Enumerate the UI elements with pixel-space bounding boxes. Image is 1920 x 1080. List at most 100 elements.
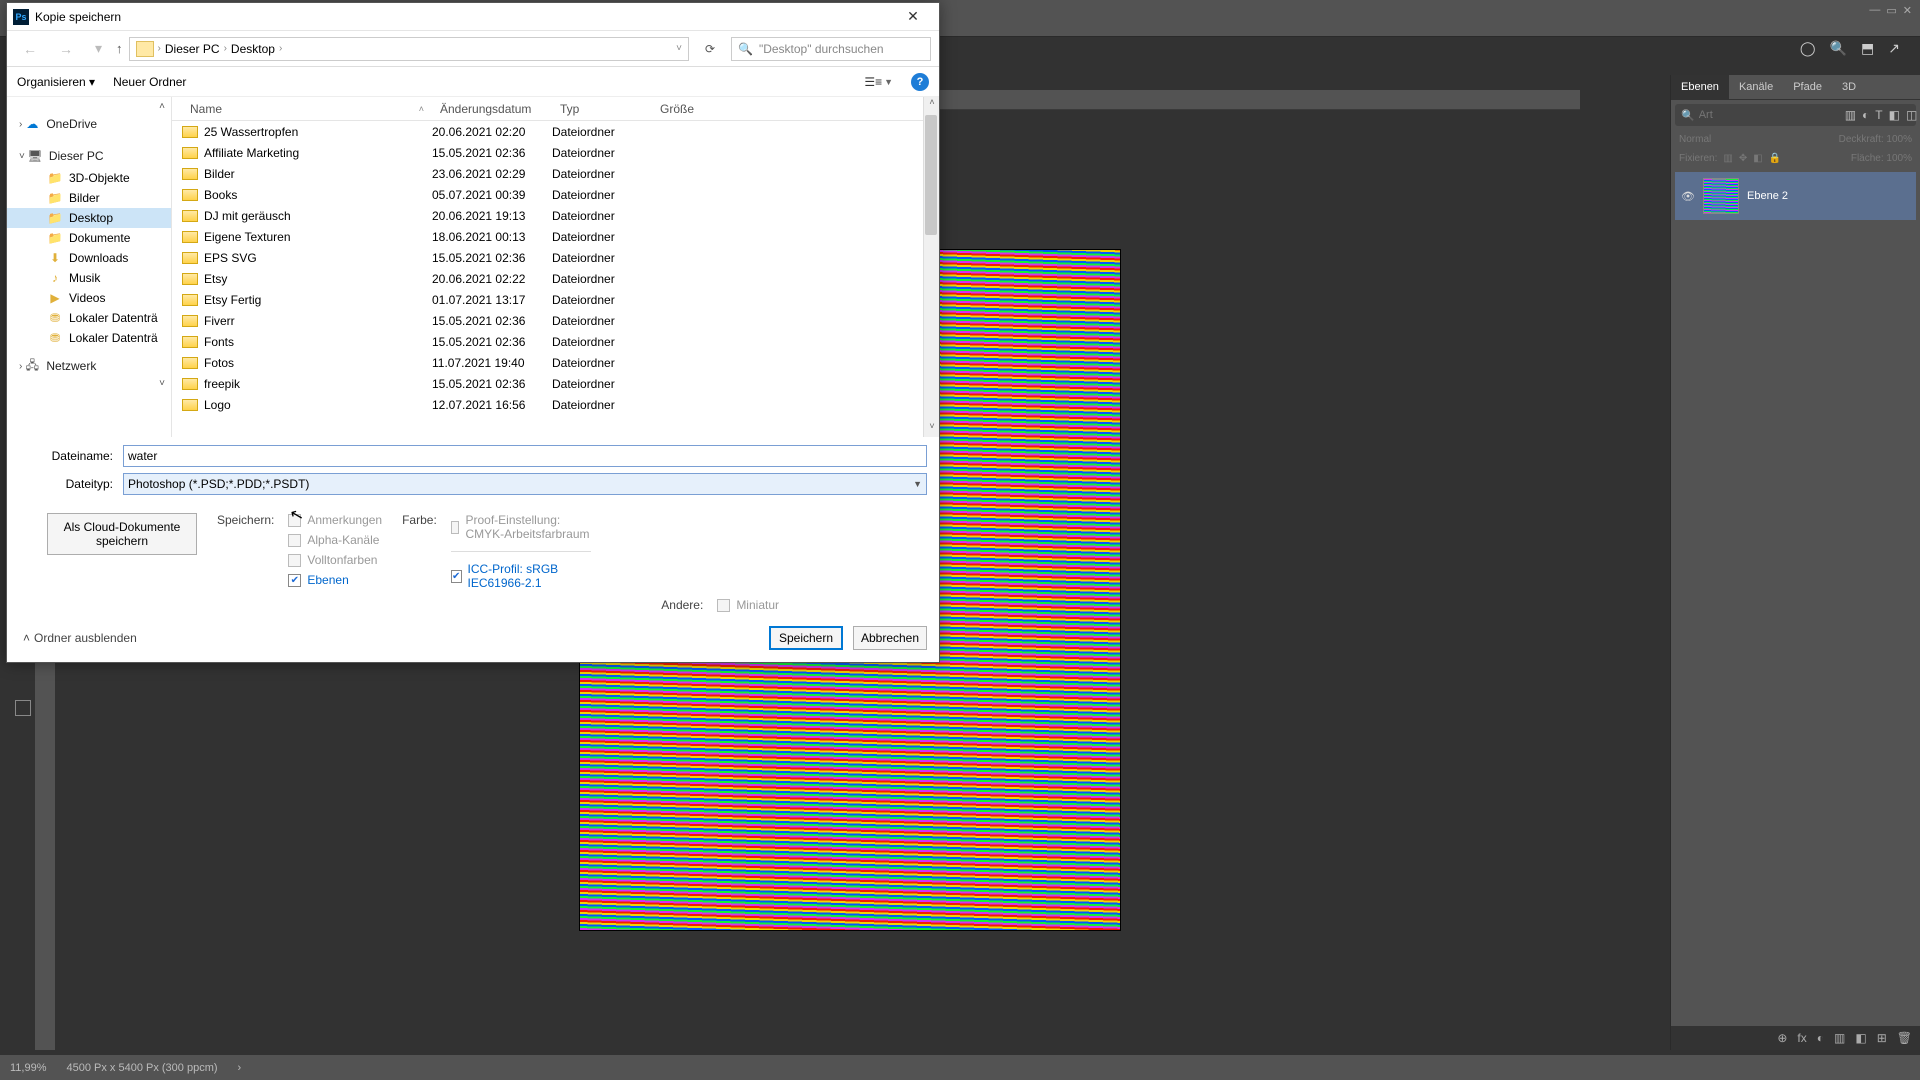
search-icon[interactable]: 🔍 — [1830, 40, 1847, 60]
column-header-size[interactable]: Größe — [652, 102, 732, 116]
tab-3d[interactable]: 3D — [1832, 75, 1866, 99]
file-list-row[interactable]: Fotos11.07.2021 19:40Dateiordner — [172, 352, 939, 373]
file-list-row[interactable]: Etsy20.06.2021 02:22Dateiordner — [172, 268, 939, 289]
sidebar-item[interactable]: ⬇Downloads — [7, 248, 171, 268]
nav-recent-button[interactable]: ▾ — [87, 40, 110, 57]
search-input[interactable]: 🔍 "Desktop" durchsuchen — [731, 37, 931, 61]
hide-folders-toggle[interactable]: ˄ Ordner ausblenden — [23, 631, 137, 645]
nav-forward-button[interactable]: → — [51, 41, 81, 57]
vertical-scrollbar[interactable]: ˄ ˅ — [923, 97, 939, 437]
folder-tree-sidebar[interactable]: ˄ › ☁ OneDrive ˅ 🖥 Dieser PC 📁3D-Objekte… — [7, 97, 172, 437]
sidebar-item[interactable]: ♪Musik — [7, 268, 171, 288]
layer-name-label[interactable]: Ebene 2 — [1747, 190, 1788, 202]
file-list-header[interactable]: Name ˄ Änderungsdatum Typ Größe — [172, 97, 939, 121]
adjustment-icon[interactable]: ▥ — [1834, 1031, 1845, 1045]
file-list-row[interactable]: 25 Wassertropfen20.06.2021 02:20Dateiord… — [172, 121, 939, 142]
trash-icon[interactable]: 🗑 — [1897, 1031, 1912, 1045]
nav-up-button[interactable]: ↑ — [116, 41, 123, 56]
home-icon[interactable]: ◯ — [1800, 40, 1816, 60]
column-header-date[interactable]: Änderungsdatum — [432, 102, 552, 116]
sidebar-item[interactable]: 📁Bilder — [7, 188, 171, 208]
file-list-row[interactable]: Etsy Fertig01.07.2021 13:17Dateiordner — [172, 289, 939, 310]
file-list-row[interactable]: freepik15.05.2021 02:36Dateiordner — [172, 373, 939, 394]
layer-thumbnail[interactable] — [1703, 178, 1739, 214]
filter-shape-icon[interactable]: ◧ — [1889, 108, 1900, 122]
save-button[interactable]: Speichern — [769, 626, 843, 650]
column-header-name[interactable]: Name — [190, 102, 222, 116]
layer-filter-input[interactable] — [1699, 109, 1841, 121]
scroll-up-icon[interactable]: ˄ — [924, 97, 940, 113]
sidebar-item[interactable]: ⛃Lokaler Datenträ — [7, 308, 171, 328]
app-close-button[interactable]: ✕ — [1903, 4, 1912, 13]
file-list-row[interactable]: Eigene Texturen18.06.2021 00:13Dateiordn… — [172, 226, 939, 247]
breadcrumb[interactable]: › Dieser PC › Desktop › ˅ — [129, 37, 689, 61]
app-maximize-button[interactable]: ▭ — [1886, 4, 1896, 13]
sidebar-item-onedrive[interactable]: › ☁ OneDrive — [7, 112, 171, 136]
file-list-row[interactable]: DJ mit geräusch20.06.2021 19:13Dateiordn… — [172, 205, 939, 226]
blend-mode-select[interactable]: Normal — [1679, 134, 1711, 145]
status-caret-icon[interactable]: › — [238, 1062, 242, 1074]
file-list-row[interactable]: Bilder23.06.2021 02:29Dateiordner — [172, 163, 939, 184]
lock-pixels-icon[interactable]: ▥ — [1723, 153, 1732, 164]
nav-back-button[interactable]: ← — [15, 41, 45, 57]
sidebar-item[interactable]: ⛃Lokaler Datenträ — [7, 328, 171, 348]
file-list-row[interactable]: EPS SVG15.05.2021 02:36Dateiordner — [172, 247, 939, 268]
workspace-icon[interactable]: ⬒ — [1861, 40, 1874, 60]
file-list-row[interactable]: Affiliate Marketing15.05.2021 02:36Datei… — [172, 142, 939, 163]
scroll-down-icon[interactable]: ˅ — [7, 378, 171, 389]
refresh-button[interactable]: ⟳ — [695, 42, 725, 56]
filter-pixel-icon[interactable]: ▥ — [1845, 108, 1856, 122]
share-icon[interactable]: ↗ — [1888, 40, 1900, 60]
mask-icon[interactable]: ◐ — [1817, 1031, 1824, 1045]
file-list[interactable]: Name ˄ Änderungsdatum Typ Größe 25 Wasser… — [172, 97, 939, 437]
save-cloud-button[interactable]: Als Cloud-Dokumente speichern — [47, 513, 197, 555]
fx-icon[interactable]: fx — [1797, 1031, 1806, 1045]
file-list-row[interactable]: Fiverr15.05.2021 02:36Dateiordner — [172, 310, 939, 331]
thumbnail-checkbox[interactable]: Miniatur — [717, 598, 779, 612]
new-folder-button[interactable]: Neuer Ordner — [113, 75, 186, 89]
cancel-button[interactable]: Abbrechen — [853, 626, 927, 650]
group-icon[interactable]: ◧ — [1855, 1031, 1866, 1045]
breadcrumb-dropdown-icon[interactable]: ˅ — [676, 43, 682, 54]
lock-artboard-icon[interactable]: ◧ — [1753, 153, 1762, 164]
filter-smart-icon[interactable]: ◫ — [1906, 108, 1917, 122]
filter-type-icon[interactable]: T — [1875, 108, 1882, 122]
fill-value[interactable]: 100% — [1886, 153, 1912, 164]
column-header-type[interactable]: Typ — [552, 102, 652, 116]
filetype-select[interactable]: Photoshop (*.PSD;*.PDD;*.PSDT) ▼ — [123, 473, 927, 495]
breadcrumb-item[interactable]: Desktop — [231, 42, 275, 56]
sidebar-item[interactable]: 📁Desktop — [7, 208, 171, 228]
file-list-row[interactable]: Books05.07.2021 00:39Dateiordner — [172, 184, 939, 205]
link-layers-icon[interactable]: ⊕ — [1777, 1031, 1787, 1045]
sidebar-item-this-pc[interactable]: ˅ 🖥 Dieser PC — [7, 144, 171, 168]
tool-icon[interactable] — [15, 700, 31, 716]
file-list-row[interactable]: Logo12.07.2021 16:56Dateiordner — [172, 394, 939, 415]
sidebar-item[interactable]: 📁Dokumente — [7, 228, 171, 248]
sidebar-item[interactable]: 📁3D-Objekte — [7, 168, 171, 188]
sidebar-item[interactable]: ▶Videos — [7, 288, 171, 308]
lock-position-icon[interactable]: ✥ — [1739, 153, 1747, 164]
zoom-level[interactable]: 11,99% — [10, 1062, 47, 1074]
organize-menu[interactable]: Organisieren ▾ — [17, 75, 95, 89]
tab-paths[interactable]: Pfade — [1783, 75, 1832, 99]
lock-all-icon[interactable]: 🔒 — [1769, 153, 1781, 164]
layer-row[interactable]: 👁 Ebene 2 — [1675, 172, 1916, 220]
scroll-down-icon[interactable]: ˅ — [924, 421, 940, 437]
view-mode-button[interactable]: ☰≡▼ — [864, 75, 893, 89]
color-option-checkbox[interactable]: ICC-Profil: sRGB IEC61966-2.1 — [451, 562, 601, 590]
sidebar-item-network[interactable]: › 🖧 Netzwerk — [7, 354, 171, 378]
scroll-thumb[interactable] — [925, 115, 937, 235]
help-button[interactable]: ? — [911, 73, 929, 91]
breadcrumb-item[interactable]: Dieser PC — [165, 42, 220, 56]
filter-adjust-icon[interactable]: ◐ — [1862, 108, 1869, 122]
app-minimize-button[interactable]: — — [1869, 4, 1880, 13]
dialog-close-button[interactable]: ✕ — [893, 8, 933, 25]
file-list-row[interactable]: Fonts15.05.2021 02:36Dateiordner — [172, 331, 939, 352]
visibility-eye-icon[interactable]: 👁 — [1681, 190, 1695, 203]
layer-filter-search[interactable]: 🔍 ▥ ◐ T ◧ ◫ — [1675, 104, 1916, 126]
opacity-value[interactable]: 100% — [1886, 134, 1912, 145]
save-option-checkbox[interactable]: Ebenen — [288, 573, 382, 587]
tab-layers[interactable]: Ebenen — [1671, 75, 1729, 99]
dialog-titlebar[interactable]: Ps Kopie speichern ✕ — [7, 3, 939, 31]
filename-input[interactable] — [123, 445, 927, 467]
